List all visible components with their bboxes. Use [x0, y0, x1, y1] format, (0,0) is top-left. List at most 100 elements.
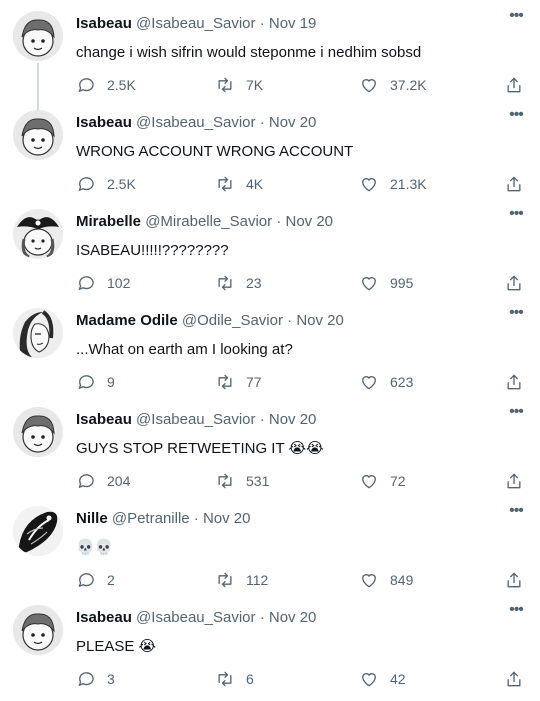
separator-dot: · — [259, 609, 265, 626]
like-button[interactable]: 72 — [359, 469, 406, 493]
user-handle[interactable]: @Petranille — [112, 510, 190, 527]
share-icon — [507, 176, 521, 192]
reply-icon — [78, 177, 94, 191]
retweet-icon — [218, 473, 232, 489]
reply-icon — [78, 474, 94, 488]
like-button[interactable]: 37.2K — [359, 73, 427, 97]
retweet-icon — [218, 275, 232, 291]
user-handle[interactable]: @Isabeau_Savior — [136, 15, 255, 32]
retweet-button[interactable]: 4K — [215, 172, 263, 196]
retweet-button[interactable]: 7K — [215, 73, 263, 97]
retweet-button[interactable]: 77 — [215, 370, 262, 394]
like-button[interactable]: 21.3K — [359, 172, 427, 196]
tweet-date[interactable]: Nov 20 — [286, 213, 334, 230]
share-button[interactable] — [504, 172, 524, 196]
reply-button[interactable]: 2 — [76, 568, 115, 592]
tweet-date[interactable]: Nov 19 — [269, 15, 317, 32]
thread-line — [37, 63, 39, 99]
tweet[interactable]: Isabeau @Isabeau_Savior · Nov 20 ••• GUY… — [0, 396, 540, 495]
like-button[interactable]: 42 — [359, 667, 406, 691]
display-name[interactable]: Nille — [76, 510, 108, 527]
tweet[interactable]: Mirabelle @Mirabelle_Savior · Nov 20 •••… — [0, 198, 540, 297]
like-count: 623 — [390, 374, 414, 390]
retweet-button[interactable]: 6 — [215, 667, 254, 691]
reply-button[interactable]: 204 — [76, 469, 130, 493]
tweet[interactable]: Isabeau @Isabeau_Savior · Nov 20 ••• PLE… — [0, 594, 540, 701]
retweet-count: 531 — [246, 473, 270, 489]
more-dots-icon[interactable]: ••• — [506, 404, 526, 422]
tweet-actions: 102 23 995 — [76, 271, 526, 295]
tweet-header: Mirabelle @Mirabelle_Savior · Nov 20 — [76, 212, 333, 232]
tweet[interactable]: Nille @Petranille · Nov 20 ••• 💀💀 2 112 … — [0, 495, 540, 594]
retweet-button[interactable]: 531 — [215, 469, 269, 493]
separator-dot: · — [287, 312, 293, 329]
share-button[interactable] — [504, 370, 524, 394]
reply-count: 3 — [107, 671, 115, 687]
odile-avatar[interactable] — [13, 308, 63, 358]
isabeau-avatar[interactable] — [13, 407, 63, 457]
reply-button[interactable]: 9 — [76, 370, 115, 394]
share-button[interactable] — [504, 667, 524, 691]
tweet-date[interactable]: Nov 20 — [269, 114, 317, 131]
isabeau-avatar[interactable] — [13, 11, 63, 61]
display-name[interactable]: Madame Odile — [76, 312, 178, 329]
like-button[interactable]: 849 — [359, 568, 413, 592]
user-handle[interactable]: @Odile_Savior — [182, 312, 283, 329]
display-name[interactable]: Isabeau — [76, 411, 132, 428]
more-dots-icon[interactable]: ••• — [506, 602, 526, 620]
share-button[interactable] — [504, 73, 524, 97]
retweet-count: 23 — [246, 275, 262, 291]
more-dots-icon[interactable]: ••• — [506, 206, 526, 224]
display-name[interactable]: Isabeau — [76, 114, 132, 131]
separator-dot: · — [259, 114, 265, 131]
share-button[interactable] — [504, 568, 524, 592]
display-name[interactable]: Mirabelle — [76, 213, 141, 230]
tweet-date[interactable]: Nov 20 — [296, 312, 344, 329]
display-name[interactable]: Isabeau — [76, 609, 132, 626]
user-handle[interactable]: @Isabeau_Savior — [136, 411, 255, 428]
reply-button[interactable]: 2.5K — [76, 73, 136, 97]
share-button[interactable] — [504, 271, 524, 295]
more-dots-icon[interactable]: ••• — [506, 8, 526, 26]
tweet[interactable]: Isabeau @Isabeau_Savior · Nov 20 ••• WRO… — [0, 99, 540, 198]
tweet-actions: 3 6 42 — [76, 667, 526, 691]
nille-avatar[interactable] — [13, 506, 63, 556]
like-button[interactable]: 995 — [359, 271, 413, 295]
reply-button[interactable]: 102 — [76, 271, 130, 295]
thread-line — [37, 99, 39, 110]
tweet-date[interactable]: Nov 20 — [269, 609, 317, 626]
tweet-header: Madame Odile @Odile_Savior · Nov 20 — [76, 311, 344, 331]
tweet-actions: 204 531 72 — [76, 469, 526, 493]
retweet-icon — [218, 572, 232, 588]
isabeau-avatar[interactable] — [13, 605, 63, 655]
tweet[interactable]: Isabeau @Isabeau_Savior · Nov 19 ••• cha… — [0, 0, 540, 99]
reply-button[interactable]: 3 — [76, 667, 115, 691]
share-button[interactable] — [504, 469, 524, 493]
display-name[interactable]: Isabeau — [76, 15, 132, 32]
tweet-text: 💀💀 — [76, 536, 113, 559]
user-handle[interactable]: @Isabeau_Savior — [136, 609, 255, 626]
separator-dot: · — [276, 213, 282, 230]
user-handle[interactable]: @Isabeau_Savior — [136, 114, 255, 131]
tweet-header: Isabeau @Isabeau_Savior · Nov 20 — [76, 410, 316, 430]
isabeau-avatar[interactable] — [13, 110, 63, 160]
more-dots-icon[interactable]: ••• — [506, 305, 526, 323]
tweet-actions: 2.5K 4K 21.3K — [76, 172, 526, 196]
retweet-icon — [218, 374, 232, 390]
retweet-button[interactable]: 23 — [215, 271, 262, 295]
retweet-button[interactable]: 112 — [215, 568, 268, 592]
more-dots-icon[interactable]: ••• — [506, 503, 526, 521]
tweet-emoji: 😭😭 — [288, 439, 324, 457]
retweet-icon — [218, 77, 232, 93]
reply-button[interactable]: 2.5K — [76, 172, 136, 196]
heart-icon — [362, 79, 376, 93]
tweet-date[interactable]: Nov 20 — [269, 411, 317, 428]
more-dots-icon[interactable]: ••• — [506, 107, 526, 125]
reply-icon — [78, 672, 94, 686]
tweet[interactable]: Madame Odile @Odile_Savior · Nov 20 ••• … — [0, 297, 540, 396]
user-handle[interactable]: @Mirabelle_Savior — [145, 213, 272, 230]
tweet-date[interactable]: Nov 20 — [203, 510, 251, 527]
like-button[interactable]: 623 — [359, 370, 413, 394]
separator-dot: · — [193, 510, 199, 527]
mirabelle-avatar[interactable] — [13, 209, 63, 259]
